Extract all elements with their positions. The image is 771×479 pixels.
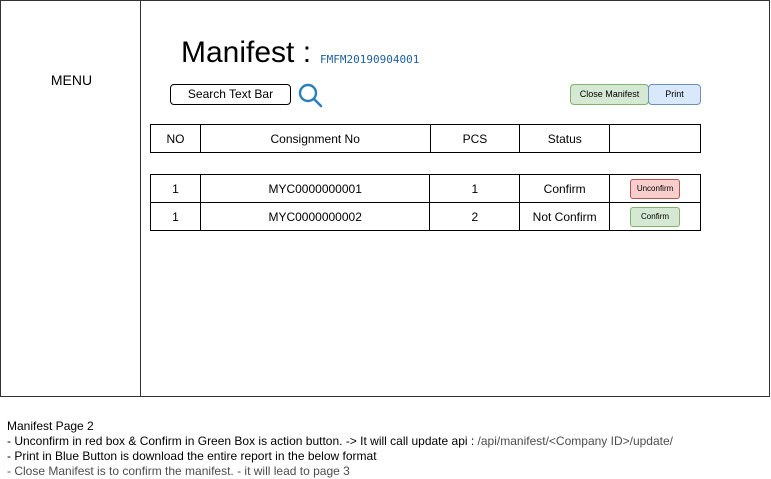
cell-action: Confirm	[609, 202, 701, 231]
print-button[interactable]: Print	[648, 84, 701, 105]
table-header: NO Consignment No PCS Status	[150, 124, 701, 153]
table-row: 1 MYC0000000002 2 Not Confirm Confirm	[150, 202, 701, 231]
column-header-consignment-no: Consignment No	[199, 124, 431, 153]
close-manifest-button[interactable]: Close Manifest	[570, 84, 649, 105]
cell-no: 1	[150, 202, 201, 231]
cell-no: 1	[150, 174, 201, 203]
confirm-button[interactable]: Confirm	[630, 206, 681, 227]
notes-line: - Close Manifest is to confirm the manif…	[7, 464, 350, 478]
menu-label[interactable]: MENU	[1, 72, 142, 88]
sidebar: MENU	[0, 0, 141, 397]
cell-pcs: 2	[429, 202, 521, 231]
column-header-no: NO	[150, 124, 201, 153]
column-header-pcs: PCS	[429, 124, 521, 153]
search-icon[interactable]	[297, 82, 323, 108]
cell-pcs: 1	[429, 174, 521, 203]
manifest-id: FMFM20190904001	[320, 53, 420, 66]
page-title: Manifest :	[181, 36, 312, 69]
search-input[interactable]: Search Text Bar	[170, 84, 291, 105]
cell-consignment-no: MYC0000000001	[199, 174, 431, 203]
table-row: 1 MYC0000000001 1 Confirm Unconfirm	[150, 174, 701, 203]
table-header-row: NO Consignment No PCS Status	[150, 124, 701, 153]
cell-status: Confirm	[519, 174, 611, 203]
cell-consignment-no: MYC0000000002	[199, 202, 431, 231]
consignment-table: 1 MYC0000000001 1 Confirm Unconfirm 1 MY…	[150, 174, 701, 231]
notes-line: - Print in Blue Button is download the e…	[7, 449, 377, 463]
notes-line: - Unconfirm in red box & Confirm in Gree…	[7, 434, 673, 449]
notes-api-path: /api/manifest/<Company ID>/update/	[474, 434, 673, 448]
column-header-action	[609, 124, 701, 153]
notes-line1-text: - Unconfirm in red box & Confirm in Gree…	[7, 434, 475, 448]
cell-status: Not Confirm	[519, 202, 611, 231]
unconfirm-button[interactable]: Unconfirm	[630, 178, 681, 199]
column-header-status: Status	[519, 124, 611, 153]
notes: Manifest Page 2 - Unconfirm in red box &…	[7, 419, 673, 479]
cell-action: Unconfirm	[609, 174, 701, 203]
notes-title: Manifest Page 2	[7, 419, 94, 433]
